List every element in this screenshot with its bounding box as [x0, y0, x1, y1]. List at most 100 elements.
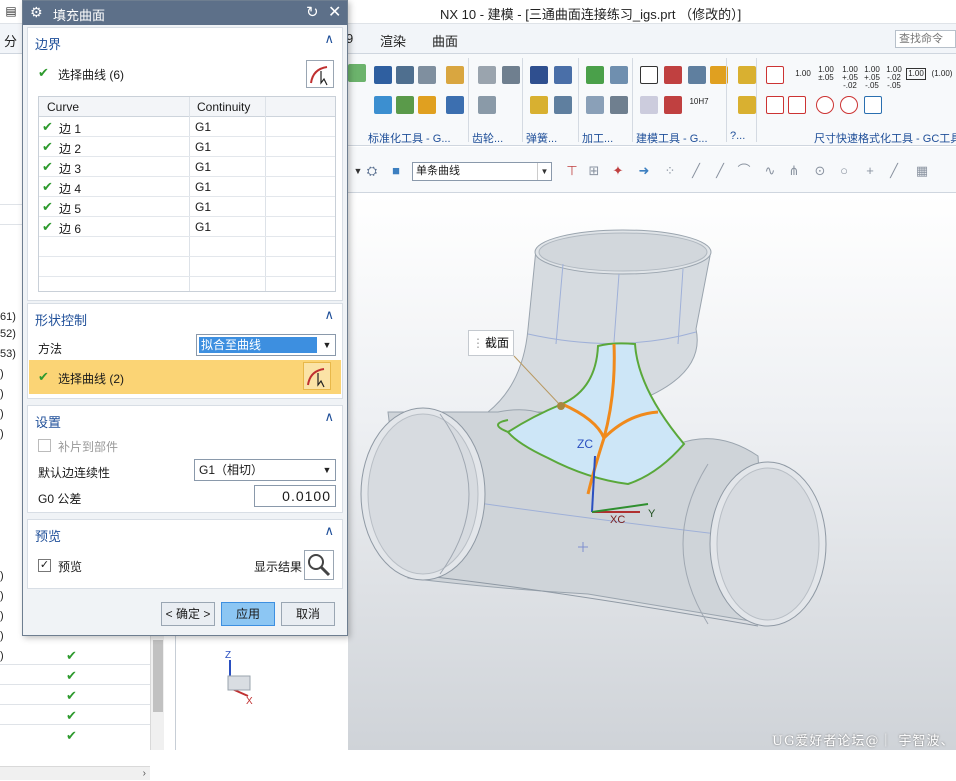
spring-tool-icon[interactable] [530, 66, 548, 84]
ribbon-tool-icon[interactable] [738, 96, 756, 114]
tolerance-label[interactable]: (1.00) [930, 70, 954, 78]
diameter-tool-icon[interactable] [816, 96, 834, 114]
tolerance-label[interactable]: 1.00 -.02 -.05 [884, 66, 904, 90]
default-continuity-select[interactable]: G1（相切） ▼ [194, 459, 336, 481]
table-row[interactable]: ✔ 边 6 G1 [39, 217, 335, 237]
snap-mid-icon[interactable]: ⋔ [786, 163, 802, 179]
dimension-tool-icon[interactable] [788, 96, 806, 114]
dimension-tool-icon[interactable] [766, 66, 784, 84]
dimension-tool-icon[interactable] [766, 96, 784, 114]
machining-tool-icon[interactable] [610, 96, 628, 114]
tolerance-label[interactable]: 1.00 [906, 68, 926, 80]
collapse-icon[interactable]: ∧ [324, 409, 334, 425]
dialog-title-bar[interactable]: ⚙ 填充曲面 ↻ ✕ [23, 1, 347, 25]
arrow-right-icon[interactable]: ➜ [636, 163, 652, 179]
ribbon-group-dimension[interactable]: 尺寸快速格式化工具 - GC工具 [814, 130, 956, 146]
ribbon-tool-icon[interactable] [418, 96, 436, 114]
ribbon-group-modeling[interactable]: 建模工具 - G... [636, 130, 708, 146]
menu-item-partial[interactable]: 分 [4, 31, 17, 50]
check-icon[interactable]: ✔ [66, 648, 77, 664]
ribbon-tool-icon[interactable] [396, 96, 414, 114]
snap-line-icon[interactable]: ╱ [712, 163, 728, 179]
check-icon[interactable]: ✔ [66, 688, 77, 704]
cancel-button[interactable]: 取消 [281, 602, 335, 626]
select-curve-button[interactable] [306, 60, 334, 88]
cube-icon[interactable]: ■ [388, 163, 404, 179]
settings-header[interactable]: 设置 [35, 412, 61, 431]
menu-item-surface[interactable]: 曲面 [432, 31, 458, 50]
modeling-tool-icon[interactable] [688, 66, 706, 84]
snap-point-icon[interactable]: ⁘ [662, 163, 678, 179]
collapse-icon[interactable]: ∧ [324, 307, 334, 323]
preview-checkbox[interactable]: ✓ [38, 559, 51, 572]
continuity-cell[interactable]: G1 [195, 120, 211, 134]
column-curve[interactable]: Curve [47, 100, 79, 114]
table-row[interactable]: ✔ 边 1 G1 [39, 117, 335, 137]
snap-icon[interactable]: ⊞ [586, 163, 602, 179]
undo-tool-icon[interactable] [864, 96, 882, 114]
search-command-input[interactable]: 查找命令 [895, 30, 956, 48]
modeling-tool-icon[interactable] [664, 66, 682, 84]
reset-icon[interactable]: ↻ [306, 3, 319, 21]
boundary-header[interactable]: 边界 [35, 34, 61, 53]
shape-select-curve-button[interactable] [303, 362, 331, 390]
ribbon-tool-icon[interactable] [446, 96, 464, 114]
shape-select-row[interactable]: ✔ 选择曲线 (2) [29, 360, 341, 394]
tolerance-label[interactable]: 1.00 ±.05 [816, 66, 836, 82]
snap-circle-icon[interactable]: ○ [836, 163, 852, 179]
snap-center-icon[interactable]: ⊙ [812, 163, 828, 179]
snap-line-icon[interactable]: ╱ [688, 163, 704, 179]
g0-tolerance-input[interactable]: 0.0100 [254, 485, 336, 507]
ribbon-group-machining[interactable]: 加工... [582, 130, 613, 146]
check-icon[interactable]: ✔ [66, 668, 77, 684]
check-icon[interactable]: ✔ [66, 708, 77, 724]
diameter-tool-icon[interactable] [840, 96, 858, 114]
menu-item-render[interactable]: 渲染 [380, 31, 406, 50]
nav-horizontal-scrollbar[interactable]: › [0, 766, 150, 780]
tolerance-label[interactable]: 1.00 +.05 -.02 [840, 66, 860, 90]
ribbon-group-standard[interactable]: 标准化工具 - G... [368, 130, 451, 146]
section-tooltip[interactable]: 截面 [468, 330, 514, 356]
table-row[interactable]: ✔ 边 3 G1 [39, 157, 335, 177]
check-icon[interactable]: ✔ [66, 728, 77, 744]
spring-tool-icon[interactable] [554, 96, 572, 114]
spring-tool-icon[interactable] [554, 66, 572, 84]
continuity-cell[interactable]: G1 [195, 160, 211, 174]
table-row[interactable]: ✔ 边 2 G1 [39, 137, 335, 157]
collapse-icon[interactable]: ∧ [324, 31, 334, 47]
ribbon-group-other[interactable]: ?... [730, 130, 745, 142]
column-continuity[interactable]: Continuity [197, 100, 250, 114]
ribbon-tool-icon[interactable] [374, 96, 392, 114]
tolerance-label[interactable]: 1.00 +.05 -.05 [862, 66, 882, 90]
modeling-tool-icon[interactable] [640, 96, 658, 114]
view-triad[interactable]: Z X [212, 648, 262, 707]
scroll-thumb[interactable] [153, 640, 163, 712]
continuity-cell[interactable]: G1 [195, 220, 211, 234]
selection-filter-select[interactable]: 单条曲线 ▼ [412, 162, 552, 181]
snap-curve-icon[interactable]: ⌒ [736, 163, 752, 179]
ribbon-tool-icon[interactable] [446, 66, 464, 84]
gear-tool-icon[interactable] [502, 66, 520, 84]
table-row[interactable]: ✔ 边 4 G1 [39, 177, 335, 197]
method-select[interactable]: 拟合至曲线 ▼ [196, 334, 336, 356]
snap-icon[interactable]: ⊤ [564, 163, 580, 179]
grid-icon[interactable]: ▦ [914, 163, 930, 179]
machining-tool-icon[interactable] [610, 66, 628, 84]
ribbon-tool-icon[interactable] [396, 66, 414, 84]
snap-plus-icon[interactable]: + [862, 163, 878, 179]
show-result-button[interactable] [304, 550, 334, 580]
continuity-cell[interactable]: G1 [195, 200, 211, 214]
tee-pipe-model[interactable] [348, 194, 956, 750]
nav-vertical-scrollbar[interactable] [150, 634, 164, 750]
modeling-tool-icon[interactable] [664, 96, 682, 114]
snap-line-icon[interactable]: ╱ [886, 163, 902, 179]
ok-button[interactable]: < 确定 > [161, 602, 215, 626]
ribbon-group-gear[interactable]: 齿轮... [472, 130, 503, 146]
app-menu-icon[interactable]: ▤ [2, 2, 20, 20]
continuity-cell[interactable]: G1 [195, 180, 211, 194]
machining-tool-icon[interactable] [586, 96, 604, 114]
graphics-viewport[interactable]: 截面 ZC XC Y [348, 194, 956, 750]
close-icon[interactable]: ✕ [328, 2, 341, 22]
ribbon-tool-icon[interactable] [374, 66, 392, 84]
preview-header[interactable]: 预览 [35, 526, 61, 545]
